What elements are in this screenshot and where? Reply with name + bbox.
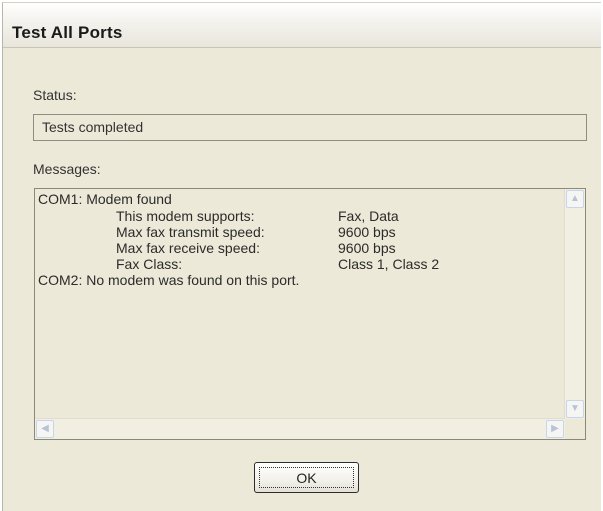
receive-speed-value: 9600 bps <box>338 240 396 256</box>
status-field: Tests completed <box>33 114 587 141</box>
messages-label: Messages: <box>33 161 101 177</box>
receive-speed-label: Max fax receive speed: <box>116 240 260 256</box>
dialog-title: Test All Ports <box>12 23 123 42</box>
horizontal-scrollbar[interactable]: ◀ ▶ <box>35 418 565 439</box>
ok-button[interactable]: OK <box>254 462 359 493</box>
transmit-speed-label: Max fax transmit speed: <box>116 224 265 240</box>
supports-label: This modem supports: <box>116 208 255 224</box>
status-label: Status: <box>33 87 77 103</box>
scroll-right-arrow-icon[interactable]: ▶ <box>546 420 564 438</box>
status-value: Tests completed <box>42 119 144 135</box>
vertical-scrollbar[interactable]: ▲ ▼ <box>564 189 585 419</box>
transmit-speed-value: 9600 bps <box>338 224 396 240</box>
scrollbar-corner <box>565 419 585 439</box>
fax-class-label: Fax Class: <box>116 256 183 272</box>
test-all-ports-dialog: Test All Ports Status: Tests completed M… <box>2 2 601 511</box>
supports-value: Fax, Data <box>338 208 399 224</box>
fax-class-value: Class 1, Class 2 <box>338 256 440 272</box>
ok-button-label: OK <box>259 467 354 488</box>
scroll-down-arrow-icon[interactable]: ▼ <box>566 400 584 418</box>
scroll-up-arrow-icon[interactable]: ▲ <box>566 190 584 208</box>
scroll-left-arrow-icon[interactable]: ◀ <box>36 420 54 438</box>
com2-line: COM2: No modem was found on this port. <box>38 272 300 288</box>
title-bar[interactable]: Test All Ports <box>3 3 601 48</box>
messages-textbox[interactable]: COM1: Modem found This modem supports: F… <box>34 188 586 440</box>
messages-content: COM1: Modem found This modem supports: F… <box>38 191 563 419</box>
com1-header-line: COM1: Modem found <box>38 191 172 207</box>
